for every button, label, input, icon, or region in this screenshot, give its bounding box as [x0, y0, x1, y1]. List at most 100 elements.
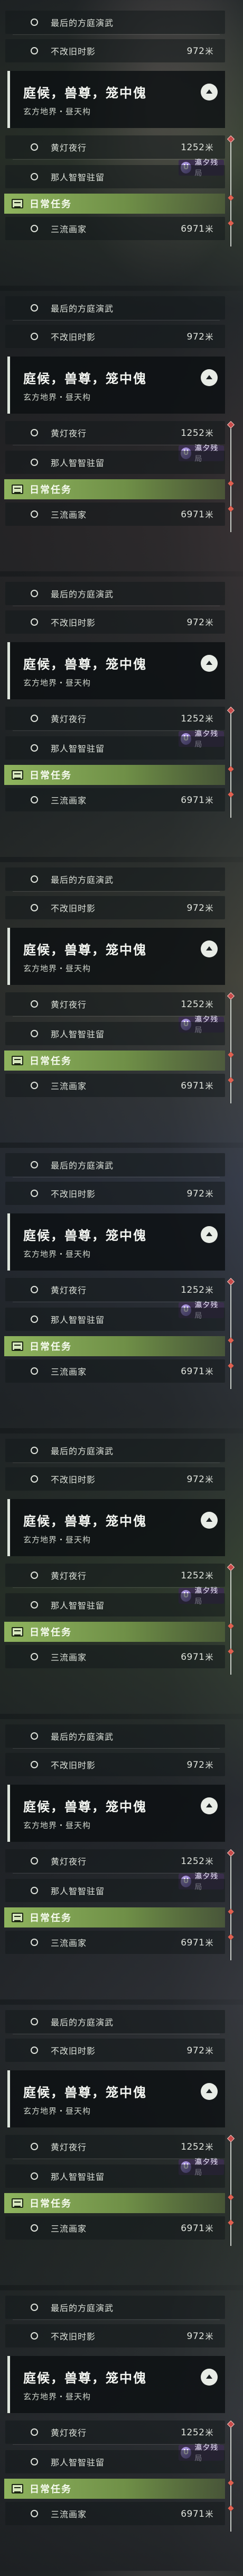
distance-unit: 米: [205, 1856, 213, 1866]
daily-task-row[interactable]: 三流画家 6971米: [5, 788, 225, 811]
daily-tasks-header[interactable]: 日常任务: [4, 479, 225, 499]
quest-step-row[interactable]: 那人智智驻留: [5, 2164, 225, 2188]
quest-row[interactable]: 不改旧时影 972米: [5, 2324, 225, 2347]
daily-tasks-header[interactable]: 日常任务: [4, 1622, 225, 1642]
quest-row[interactable]: 不改旧时影 972米: [5, 610, 225, 634]
quest-header[interactable]: 庭候，兽尊，笼中傀 玄方地界・昼天构: [7, 1785, 225, 1842]
quest-header[interactable]: 庭候，兽尊，笼中傀 玄方地界・昼天构: [7, 642, 225, 699]
daily-task-row[interactable]: 三流画家 6971米: [5, 2216, 225, 2240]
quest-title: 庭候，兽尊，笼中傀: [23, 1228, 147, 1243]
distance-unit: 米: [205, 2427, 213, 2437]
daily-tasks-header[interactable]: 日常任务: [4, 2479, 225, 2499]
quest-row[interactable]: 最后的方庭演武: [5, 1439, 225, 1463]
collapse-chevron-up-icon[interactable]: [201, 940, 218, 957]
daily-task-icon: [12, 770, 23, 780]
daily-task-icon: [12, 2484, 23, 2493]
collapse-chevron-up-icon[interactable]: [201, 369, 218, 386]
collapse-chevron-up-icon[interactable]: [201, 655, 218, 672]
quest-step-row[interactable]: 那人智智驻留: [5, 451, 225, 474]
quest-row[interactable]: 最后的方庭演武: [5, 582, 225, 606]
quest-row[interactable]: 最后的方庭演武: [5, 1724, 225, 1749]
daily-tasks-header[interactable]: 日常任务: [4, 765, 225, 785]
daily-tasks-header[interactable]: 日常任务: [4, 1907, 225, 1928]
collapse-chevron-up-icon[interactable]: [201, 2369, 218, 2386]
quest-row[interactable]: 不改旧时影 972米: [5, 1467, 225, 1491]
quest-status-circle-icon: [31, 2143, 38, 2150]
quest-label: 最后的方庭演武: [51, 1446, 114, 1456]
quest-status-circle-icon: [31, 1286, 38, 1293]
quest-step-row[interactable]: 那人智智驻留: [5, 1593, 225, 1616]
quest-step-row[interactable]: 黄灯夜行 1252米: [5, 707, 225, 731]
quest-step-row[interactable]: 黄灯夜行 1252米: [5, 1564, 225, 1588]
quest-step-row[interactable]: 黄灯夜行 1252米: [5, 1849, 225, 1874]
quest-distance: 972米: [187, 331, 213, 342]
daily-task-label: 三流画家: [51, 1081, 87, 1091]
quest-row[interactable]: 不改旧时影 972米: [5, 1182, 225, 1205]
distance-unit: 米: [205, 2331, 213, 2341]
collapse-chevron-up-icon[interactable]: [201, 2083, 218, 2100]
quest-status-circle-icon: [31, 143, 38, 151]
quest-step-row[interactable]: 黄灯夜行 1252米: [5, 421, 225, 445]
quest-row[interactable]: 最后的方庭演武: [5, 296, 225, 321]
daily-tasks-header[interactable]: 日常任务: [4, 1336, 225, 1356]
quest-title: 庭候，兽尊，笼中傀: [23, 657, 147, 672]
quest-step-row[interactable]: 那人智智驻留: [5, 165, 225, 188]
quest-row[interactable]: 不改旧时影 972米: [5, 39, 225, 62]
quest-row[interactable]: 最后的方庭演武: [5, 2296, 225, 2320]
quest-step-row[interactable]: 黄灯夜行 1252米: [5, 135, 225, 160]
daily-task-row[interactable]: 三流画家 6971米: [5, 217, 225, 240]
quest-progress-rail: [227, 135, 235, 248]
collapse-chevron-up-icon[interactable]: [201, 1797, 218, 1814]
quest-step-row[interactable]: 黄灯夜行 1252米: [5, 992, 225, 1017]
daily-task-row[interactable]: 三流画家 6971米: [5, 1645, 225, 1668]
daily-tasks-label: 日常任务: [30, 2198, 72, 2209]
quest-row[interactable]: 最后的方庭演武: [5, 867, 225, 892]
daily-task-row[interactable]: 三流画家 6971米: [5, 2502, 225, 2525]
daily-task-row[interactable]: 三流画家 6971米: [5, 503, 225, 526]
quest-step-row[interactable]: 黄灯夜行 1252米: [5, 2135, 225, 2159]
quest-row[interactable]: 不改旧时影 972米: [5, 2039, 225, 2062]
quest-row[interactable]: 不改旧时影 972米: [5, 1753, 225, 1776]
distance-unit: 米: [205, 46, 213, 56]
daily-task-icon: [12, 1913, 23, 1922]
distance-unit: 米: [205, 1652, 213, 1662]
quest-header[interactable]: 庭候，兽尊，笼中傀 玄方地界・昼天构: [7, 1499, 225, 1556]
collapse-chevron-up-icon[interactable]: [201, 1512, 218, 1529]
quest-step-row[interactable]: 那人智智驻留: [5, 736, 225, 760]
collapse-chevron-up-icon[interactable]: [201, 84, 218, 101]
distance-value: 972: [186, 617, 205, 628]
daily-task-row[interactable]: 三流画家 6971米: [5, 1074, 225, 1097]
quest-row[interactable]: 不改旧时影 972米: [5, 896, 225, 919]
quest-distance: 6971米: [181, 1366, 213, 1377]
daily-tasks-header[interactable]: 日常任务: [4, 2193, 225, 2213]
daily-tasks-label: 日常任务: [30, 1056, 72, 1067]
daily-task-icon: [12, 1341, 23, 1351]
distance-value: 1252: [181, 2427, 205, 2438]
quest-header[interactable]: 庭候，兽尊，笼中傀 玄方地界・昼天构: [7, 2070, 225, 2127]
quest-row[interactable]: 不改旧时影 972米: [5, 325, 225, 348]
quest-row[interactable]: 最后的方庭演武: [5, 1153, 225, 1177]
quest-row[interactable]: 最后的方庭演武: [5, 11, 225, 35]
quest-step-row[interactable]: 那人智智驻留: [5, 1308, 225, 1331]
daily-task-row[interactable]: 三流画家 6971米: [5, 1359, 225, 1383]
header-accent-bar: [7, 71, 10, 128]
quest-row[interactable]: 最后的方庭演武: [5, 2010, 225, 2034]
quest-step-row[interactable]: 那人智智驻留: [5, 1022, 225, 1045]
quest-header[interactable]: 庭候，兽尊，笼中傀 玄方地界・昼天构: [7, 357, 225, 414]
quest-status-circle-icon: [31, 875, 38, 883]
quest-header[interactable]: 庭候，兽尊，笼中傀 玄方地界・昼天构: [7, 2356, 225, 2413]
quest-step-row[interactable]: 黄灯夜行 1252米: [5, 2420, 225, 2445]
quest-header[interactable]: 庭候，兽尊，笼中傀 玄方地界・昼天构: [7, 928, 225, 985]
quest-header[interactable]: 庭候，兽尊，笼中傀 玄方地界・昼天构: [7, 1213, 225, 1271]
daily-tasks-label: 日常任务: [30, 2484, 72, 2495]
quest-step-row[interactable]: 黄灯夜行 1252米: [5, 1278, 225, 1302]
quest-step-row[interactable]: 那人智智驻留: [5, 1879, 225, 1902]
header-accent-bar: [7, 928, 10, 985]
daily-task-row[interactable]: 三流画家 6971米: [5, 1931, 225, 1954]
quest-distance: 1252米: [181, 1570, 213, 1581]
daily-tasks-header[interactable]: 日常任务: [4, 1051, 225, 1071]
collapse-chevron-up-icon[interactable]: [201, 1226, 218, 1243]
daily-tasks-header[interactable]: 日常任务: [4, 194, 225, 214]
quest-step-row[interactable]: 那人智智驻留: [5, 2450, 225, 2473]
quest-header[interactable]: 庭候，兽尊，笼中傀 玄方地界・昼天构: [7, 71, 225, 128]
